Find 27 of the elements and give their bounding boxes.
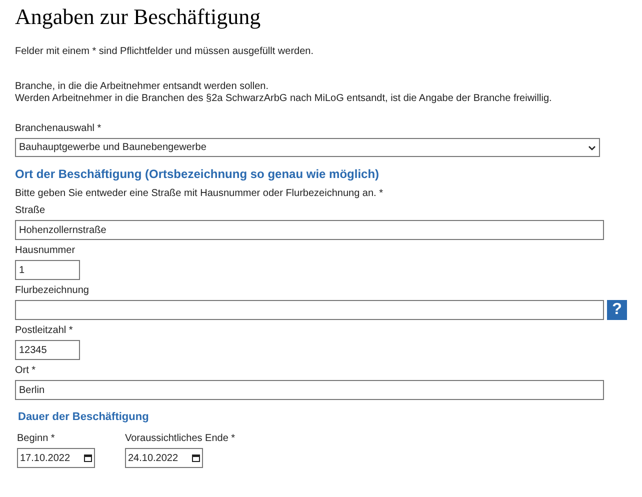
branch-select[interactable]: Bauhauptgewerbe und Baunebengewerbe <box>15 138 600 157</box>
section-heading: Ort der Beschäftigung (Ortsbezeichnung so genau wie möglich) <box>15 167 380 181</box>
field-label: Beginn * <box>17 433 56 445</box>
chevron-down-icon <box>588 144 596 150</box>
branch-note: Branche, in die die Arbeitnehmer entsandt werden sollen. <box>15 81 270 93</box>
text-input[interactable]: Hohenzollernstraße <box>15 220 604 240</box>
location-hint: Bitte geben Sie entweder eine Straße mit Hausnummer oder Flurbezeichnung an. * <box>15 188 384 200</box>
date-field[interactable]: 17.10.2022 <box>17 448 95 468</box>
calendar-icon[interactable] <box>192 454 200 462</box>
field-label: Voraussichtliches Ende * <box>125 433 236 445</box>
field-label: Postleitzahl * <box>15 325 74 337</box>
field-label: Branchenauswahl * <box>15 123 102 135</box>
short-input[interactable]: 12345 <box>15 340 80 360</box>
help-button[interactable]: ? <box>607 300 627 320</box>
required-note: Felder mit einem * sind Pflichtfelder und müssen ausgefüllt werden. <box>15 46 314 58</box>
branch-note: Werden Arbeitnehmer in die Branchen des §2a SchwarzArbG nach MiLoG entsandt, ist die Angabe der Branche freiwillig. <box>15 93 553 105</box>
page-title: Angaben zur Beschäftigung <box>15 3 262 31</box>
text-input[interactable] <box>15 300 604 320</box>
date-field[interactable]: 24.10.2022 <box>125 448 203 468</box>
calendar-icon[interactable] <box>84 454 92 462</box>
field-label: Hausnummer <box>15 245 76 257</box>
section-heading: Dauer der Beschäftigung <box>18 410 150 424</box>
field-label: Ort * <box>15 365 37 377</box>
field-label: Straße <box>15 205 46 217</box>
text-input[interactable]: Berlin <box>15 380 604 400</box>
short-input[interactable]: 1 <box>15 260 80 280</box>
field-label: Flurbezeichnung <box>15 285 90 297</box>
